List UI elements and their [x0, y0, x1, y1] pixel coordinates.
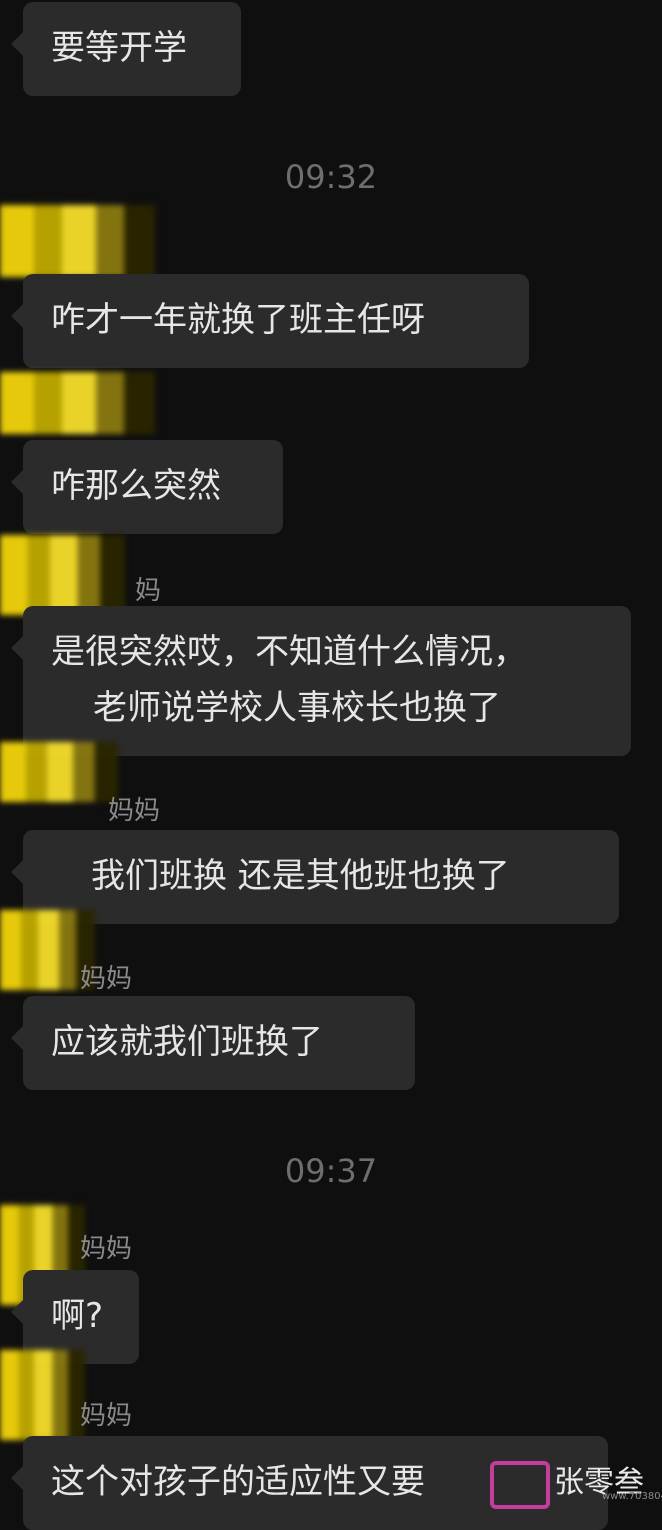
message-bubble[interactable]: 要等开学	[11, 2, 241, 96]
timestamp: 09:32	[284, 158, 378, 196]
message-text: 咋才一年就换了班主任呀	[51, 300, 425, 340]
watermark: 张零叁 www.703804.com	[490, 1455, 662, 1509]
sender-name: 妈妈	[80, 964, 133, 994]
message-text: 我们班换 还是其他班也换了	[91, 856, 510, 896]
avatar[interactable]	[0, 205, 155, 277]
sender-name: 妈妈	[80, 1401, 133, 1431]
message-bubble[interactable]: 是很突然哎，不知道什么情况， 老师说学校人事校长也换了	[11, 606, 631, 756]
chat-area[interactable]: 要等开学 09:32 咋才一年就换了班主任呀 咋那么突然 妈 是很突然哎，不知道…	[0, 0, 662, 1530]
message-text: 啊?	[51, 1296, 104, 1336]
avatar[interactable]	[0, 1350, 85, 1440]
avatar[interactable]	[0, 742, 118, 802]
watermark-sub: www.703804.com	[602, 1491, 662, 1502]
message-text-line: 老师说学校人事校长也换了	[93, 688, 501, 728]
message-bubble[interactable]: 我们班换 还是其他班也换了	[11, 830, 619, 924]
watermark-logo-icon	[490, 1461, 550, 1509]
message-text-line: 是很突然哎，不知道什么情况，	[51, 632, 527, 672]
timestamp: 09:37	[284, 1152, 378, 1190]
message-bubble[interactable]: 应该就我们班换了	[11, 996, 415, 1090]
sender-name: 妈妈	[108, 796, 161, 826]
message-text: 要等开学	[51, 28, 187, 68]
message-text: 应该就我们班换了	[51, 1022, 323, 1062]
message-bubble[interactable]: 咋才一年就换了班主任呀	[11, 274, 529, 368]
avatar[interactable]	[0, 372, 155, 434]
message-text: 咋那么突然	[51, 466, 221, 506]
message-bubble[interactable]: 咋那么突然	[11, 440, 283, 534]
sender-name: 妈	[135, 576, 162, 606]
avatar[interactable]	[0, 535, 125, 615]
sender-name: 妈妈	[80, 1234, 133, 1264]
message-text: 这个对孩子的适应性又要	[51, 1462, 425, 1502]
